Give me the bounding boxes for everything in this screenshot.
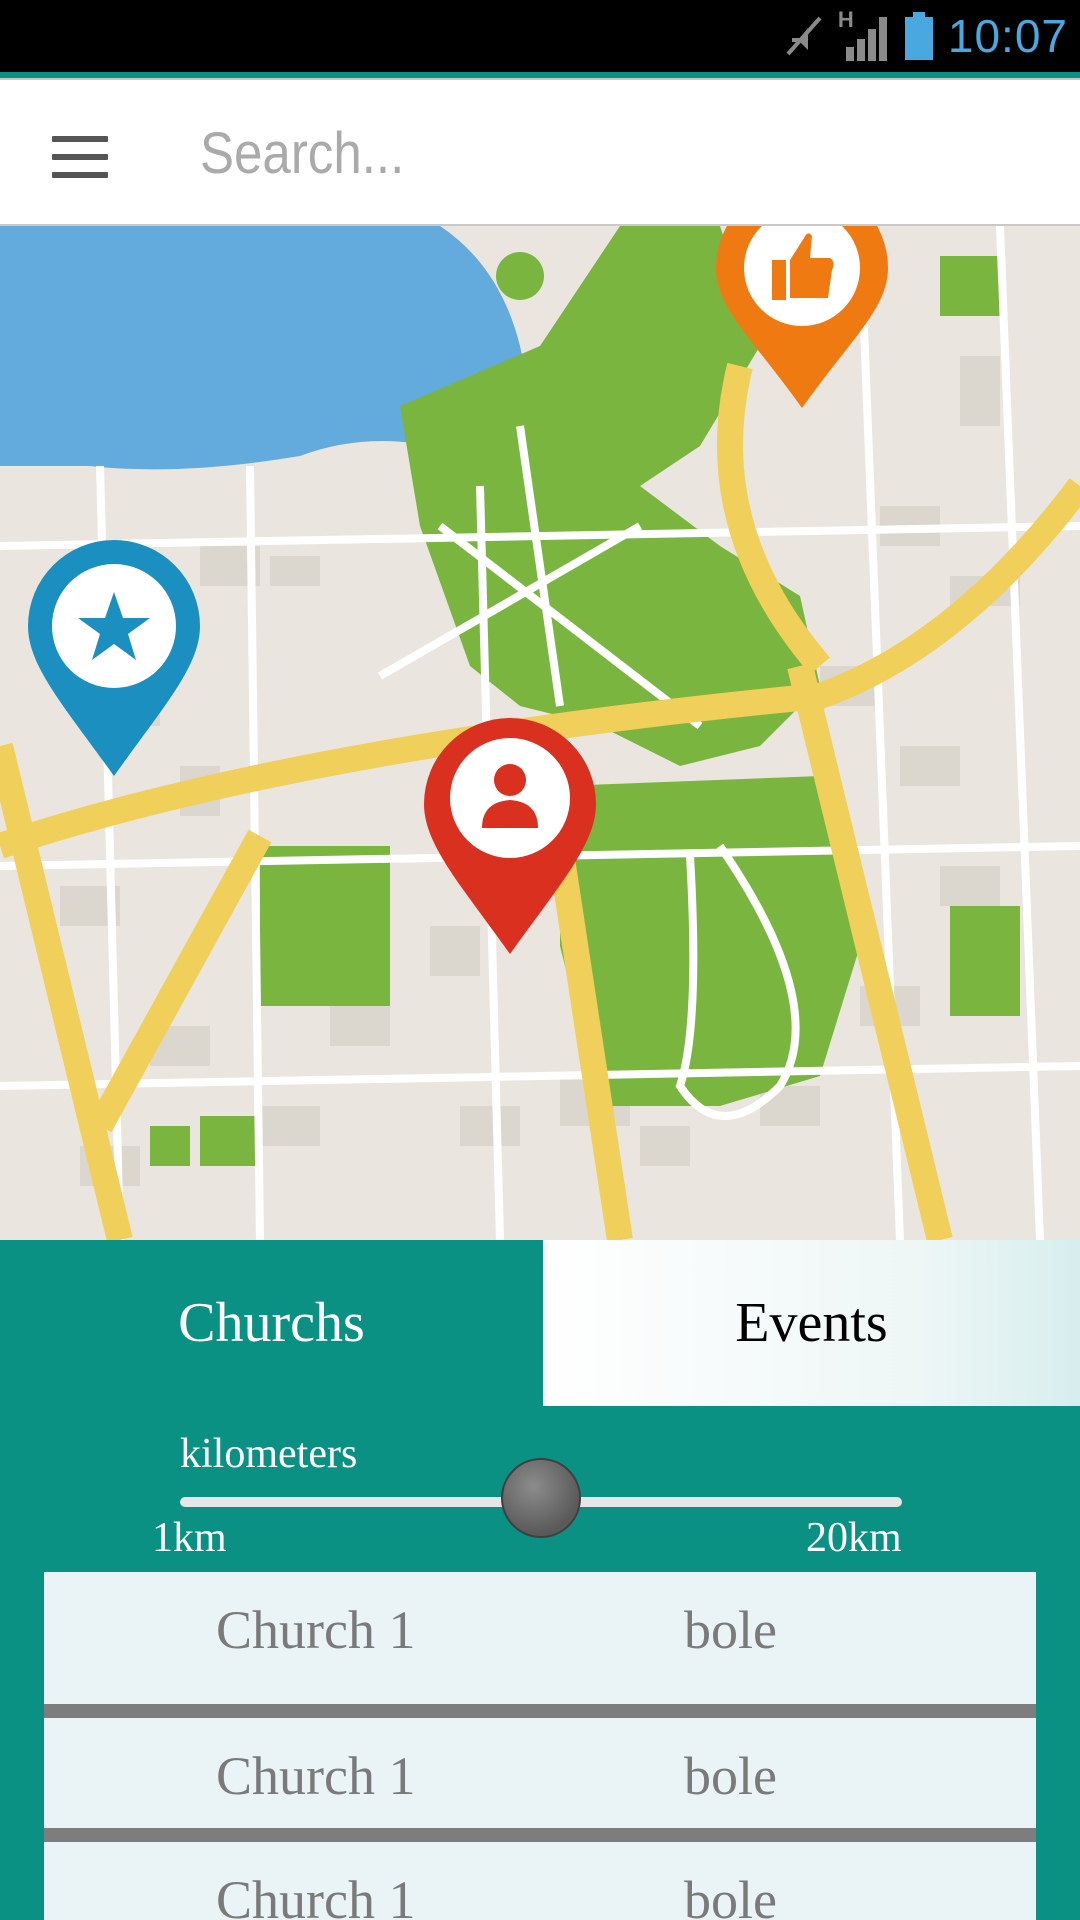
church-location: bole bbox=[684, 1746, 777, 1806]
church-list-item[interactable]: Church 1 bole bbox=[44, 1718, 1036, 1834]
church-list-item[interactable]: Church 1 bole bbox=[44, 1842, 1036, 1920]
signal-icon bbox=[845, 17, 887, 61]
search-input[interactable] bbox=[200, 110, 948, 196]
distance-slider-min-label: 1km bbox=[152, 1515, 227, 1561]
person-marker[interactable] bbox=[420, 704, 600, 964]
status-time: 10:07 bbox=[947, 10, 1068, 62]
menu-line bbox=[52, 172, 108, 178]
tab-events[interactable]: Events bbox=[543, 1240, 1080, 1406]
distance-slider-thumb[interactable] bbox=[501, 1458, 581, 1538]
signal-indicator: H bbox=[838, 7, 890, 61]
status-icons: H 10:07 bbox=[784, 0, 1068, 72]
mute-icon bbox=[786, 16, 822, 56]
church-list-item[interactable]: Church 1 bole bbox=[44, 1572, 1036, 1688]
search-bar bbox=[0, 78, 1080, 226]
church-list: Church 1 bole Church 1 bole Church 1 bol… bbox=[44, 1572, 1036, 1920]
tab-churchs[interactable]: Churchs bbox=[0, 1240, 543, 1406]
category-tabs: Churchs Events bbox=[0, 1240, 1080, 1406]
church-location: bole bbox=[684, 1600, 777, 1660]
church-name: Church 1 bbox=[216, 1746, 416, 1806]
thumbs-up-marker[interactable] bbox=[712, 226, 892, 418]
battery-icon bbox=[904, 12, 933, 60]
map-view[interactable] bbox=[0, 226, 1080, 1240]
menu-line bbox=[52, 154, 108, 160]
row-divider bbox=[44, 1828, 1036, 1842]
row-divider bbox=[44, 1704, 1036, 1718]
menu-line bbox=[52, 136, 108, 142]
distance-slider-label: kilometers bbox=[180, 1431, 358, 1477]
star-marker[interactable] bbox=[24, 526, 204, 786]
distance-slider-max-label: 20km bbox=[806, 1515, 902, 1561]
hamburger-menu-icon[interactable] bbox=[52, 136, 108, 180]
church-name: Church 1 bbox=[216, 1600, 416, 1660]
church-name: Church 1 bbox=[216, 1870, 416, 1920]
status-bar: H 10:07 bbox=[0, 0, 1080, 72]
church-location: bole bbox=[684, 1870, 777, 1920]
